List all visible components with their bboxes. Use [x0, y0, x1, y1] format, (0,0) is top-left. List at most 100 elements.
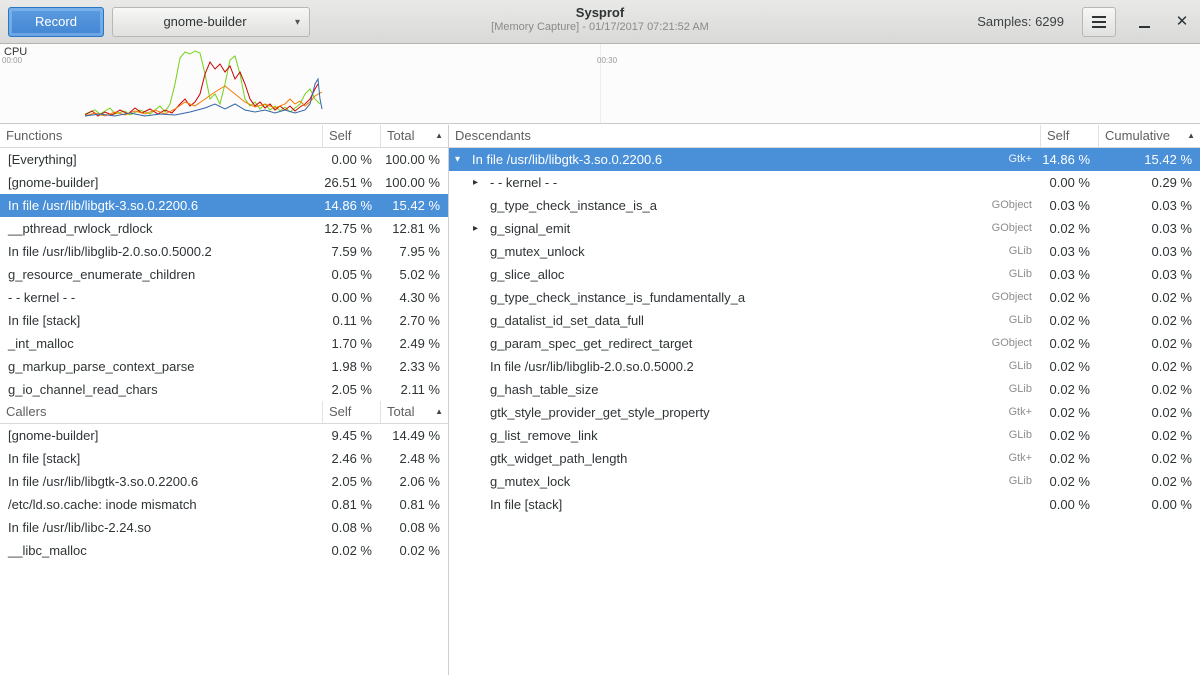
library-badge: GLib	[1009, 355, 1040, 378]
descendant-name-cell: g_slice_alloc GLib	[449, 263, 1040, 286]
table-row[interactable]: - - kernel - - 0.00 % 4.30 %	[0, 286, 448, 309]
sort-arrow-icon: ▲	[435, 401, 443, 423]
table-row[interactable]: [gnome-builder] 9.45 % 14.49 %	[0, 424, 448, 447]
total-percent: 7.95 %	[380, 240, 448, 263]
table-row[interactable]: In file /usr/lib/libgtk-3.so.0.2200.6 2.…	[0, 470, 448, 493]
functions-column-header[interactable]: Functions	[0, 125, 322, 147]
table-row[interactable]: g_markup_parse_context_parse 1.98 % 2.33…	[0, 355, 448, 378]
expander-icon[interactable]: ▸	[473, 217, 490, 240]
descendants-column-header[interactable]: Descendants	[449, 125, 1040, 147]
table-row[interactable]: In file /usr/lib/libgtk-3.so.0.2200.6 14…	[0, 194, 448, 217]
cumulative-percent: 0.00 %	[1098, 493, 1200, 516]
functions-self-column-header[interactable]: Self	[322, 125, 380, 147]
tree-row[interactable]: ▾ In file /usr/lib/libgtk-3.so.0.2200.6 …	[449, 148, 1200, 171]
close-button[interactable]: ✕	[1172, 12, 1192, 32]
total-percent: 2.33 %	[380, 355, 448, 378]
library-badge: GLib	[1009, 263, 1040, 286]
total-percent: 0.02 %	[380, 539, 448, 562]
descendant-name: g_hash_table_size	[490, 378, 598, 401]
table-row[interactable]: _int_malloc 1.70 % 2.49 %	[0, 332, 448, 355]
tree-row[interactable]: ▸ - - kernel - - 0.00 % 0.29 %	[449, 171, 1200, 194]
total-percent: 100.00 %	[380, 171, 448, 194]
table-row[interactable]: [Everything] 0.00 % 100.00 %	[0, 148, 448, 171]
table-row[interactable]: In file /usr/lib/libglib-2.0.so.0.5000.2…	[0, 240, 448, 263]
process-selector-dropdown[interactable]: gnome-builder ▾	[112, 7, 310, 37]
table-row[interactable]: [gnome-builder] 26.51 % 100.00 %	[0, 171, 448, 194]
self-percent: 0.02 %	[1040, 378, 1098, 401]
descendants-cumulative-column-header[interactable]: Cumulative ▲	[1098, 125, 1200, 147]
caller-name: In file [stack]	[0, 447, 322, 470]
record-button[interactable]: Record	[8, 7, 104, 37]
expander-icon[interactable]: ▾	[455, 148, 472, 171]
tree-row[interactable]: g_mutex_unlock GLib 0.03 % 0.03 %	[449, 240, 1200, 263]
cumulative-percent: 0.02 %	[1098, 286, 1200, 309]
library-badge: GLib	[1009, 240, 1040, 263]
functions-total-column-header[interactable]: Total ▲	[380, 125, 448, 147]
tree-row[interactable]: g_slice_alloc GLib 0.03 % 0.03 %	[449, 263, 1200, 286]
table-row[interactable]: __pthread_rwlock_rdlock 12.75 % 12.81 %	[0, 217, 448, 240]
expander-icon[interactable]: ▸	[473, 171, 490, 194]
tree-row[interactable]: gtk_widget_path_length Gtk+ 0.02 % 0.02 …	[449, 447, 1200, 470]
app-title: Sysprof	[390, 5, 810, 20]
function-name: In file [stack]	[0, 309, 322, 332]
descendant-name-cell: g_param_spec_get_redirect_target GObject	[449, 332, 1040, 355]
table-row[interactable]: In file [stack] 0.11 % 2.70 %	[0, 309, 448, 332]
callers-self-column-header[interactable]: Self	[322, 401, 380, 423]
descendants-self-column-header[interactable]: Self	[1040, 125, 1098, 147]
cumulative-percent: 0.02 %	[1098, 401, 1200, 424]
self-percent: 9.45 %	[322, 424, 380, 447]
callers-column-header[interactable]: Callers	[0, 401, 322, 423]
table-row[interactable]: __libc_malloc 0.02 % 0.02 %	[0, 539, 448, 562]
function-name: _int_malloc	[0, 332, 322, 355]
self-percent: 0.02 %	[1040, 424, 1098, 447]
tree-row[interactable]: ▸ g_signal_emit GObject 0.02 % 0.03 %	[449, 217, 1200, 240]
descendant-name-cell: g_mutex_unlock GLib	[449, 240, 1040, 263]
tree-row[interactable]: g_type_check_instance_is_a GObject 0.03 …	[449, 194, 1200, 217]
descendant-name-cell: In file /usr/lib/libglib-2.0.so.0.5000.2…	[449, 355, 1040, 378]
caller-name: In file /usr/lib/libc-2.24.so	[0, 516, 322, 539]
cumulative-percent: 0.02 %	[1098, 332, 1200, 355]
callers-table: Callers Self Total ▲ [gnome-builder] 9.4…	[0, 401, 448, 562]
caller-name: /etc/ld.so.cache: inode mismatch	[0, 493, 322, 516]
table-row[interactable]: g_resource_enumerate_children 0.05 % 5.0…	[0, 263, 448, 286]
menu-button[interactable]	[1082, 7, 1116, 37]
self-percent: 0.03 %	[1040, 194, 1098, 217]
self-percent: 0.11 %	[322, 309, 380, 332]
descendant-name-cell: g_mutex_lock GLib	[449, 470, 1040, 493]
tree-row[interactable]: In file /usr/lib/libglib-2.0.so.0.5000.2…	[449, 355, 1200, 378]
table-row[interactable]: g_io_channel_read_chars 2.05 % 2.11 %	[0, 378, 448, 401]
self-percent: 0.02 %	[1040, 447, 1098, 470]
table-row[interactable]: In file /usr/lib/libc-2.24.so 0.08 % 0.0…	[0, 516, 448, 539]
self-percent: 2.46 %	[322, 447, 380, 470]
functions-header-row: Functions Self Total ▲	[0, 125, 448, 148]
table-row[interactable]: In file [stack] 2.46 % 2.48 %	[0, 447, 448, 470]
cumulative-percent: 0.02 %	[1098, 470, 1200, 493]
self-percent: 0.00 %	[1040, 493, 1098, 516]
tree-row[interactable]: g_hash_table_size GLib 0.02 % 0.02 %	[449, 378, 1200, 401]
caller-name: In file /usr/lib/libgtk-3.so.0.2200.6	[0, 470, 322, 493]
table-row[interactable]: /etc/ld.so.cache: inode mismatch 0.81 % …	[0, 493, 448, 516]
descendant-name: - - kernel - -	[490, 171, 557, 194]
descendant-name: g_datalist_id_set_data_full	[490, 309, 644, 332]
callers-total-column-header[interactable]: Total ▲	[380, 401, 448, 423]
tree-row[interactable]: g_datalist_id_set_data_full GLib 0.02 % …	[449, 309, 1200, 332]
tree-row[interactable]: In file [stack] 0.00 % 0.00 %	[449, 493, 1200, 516]
cpu-graph[interactable]: CPU 00:00 00:30	[0, 44, 1200, 124]
self-percent: 0.02 %	[1040, 309, 1098, 332]
tree-row[interactable]: g_list_remove_link GLib 0.02 % 0.02 %	[449, 424, 1200, 447]
tree-row[interactable]: g_mutex_lock GLib 0.02 % 0.02 %	[449, 470, 1200, 493]
timeline-tick-start: 00:00	[2, 56, 22, 65]
cpu-line-cpu-red	[85, 62, 318, 116]
total-percent: 0.81 %	[380, 493, 448, 516]
tree-row[interactable]: g_type_check_instance_is_fundamentally_a…	[449, 286, 1200, 309]
minimize-button[interactable]	[1134, 12, 1154, 32]
function-name: In file /usr/lib/libgtk-3.so.0.2200.6	[0, 194, 322, 217]
tree-row[interactable]: gtk_style_provider_get_style_property Gt…	[449, 401, 1200, 424]
total-percent: 4.30 %	[380, 286, 448, 309]
tree-row[interactable]: g_param_spec_get_redirect_target GObject…	[449, 332, 1200, 355]
callers-header-row: Callers Self Total ▲	[0, 401, 448, 424]
samples-count: Samples: 6299	[977, 14, 1064, 29]
record-button-label: Record	[35, 14, 77, 29]
descendant-name: In file [stack]	[490, 493, 562, 516]
self-percent: 14.86 %	[1040, 148, 1098, 171]
